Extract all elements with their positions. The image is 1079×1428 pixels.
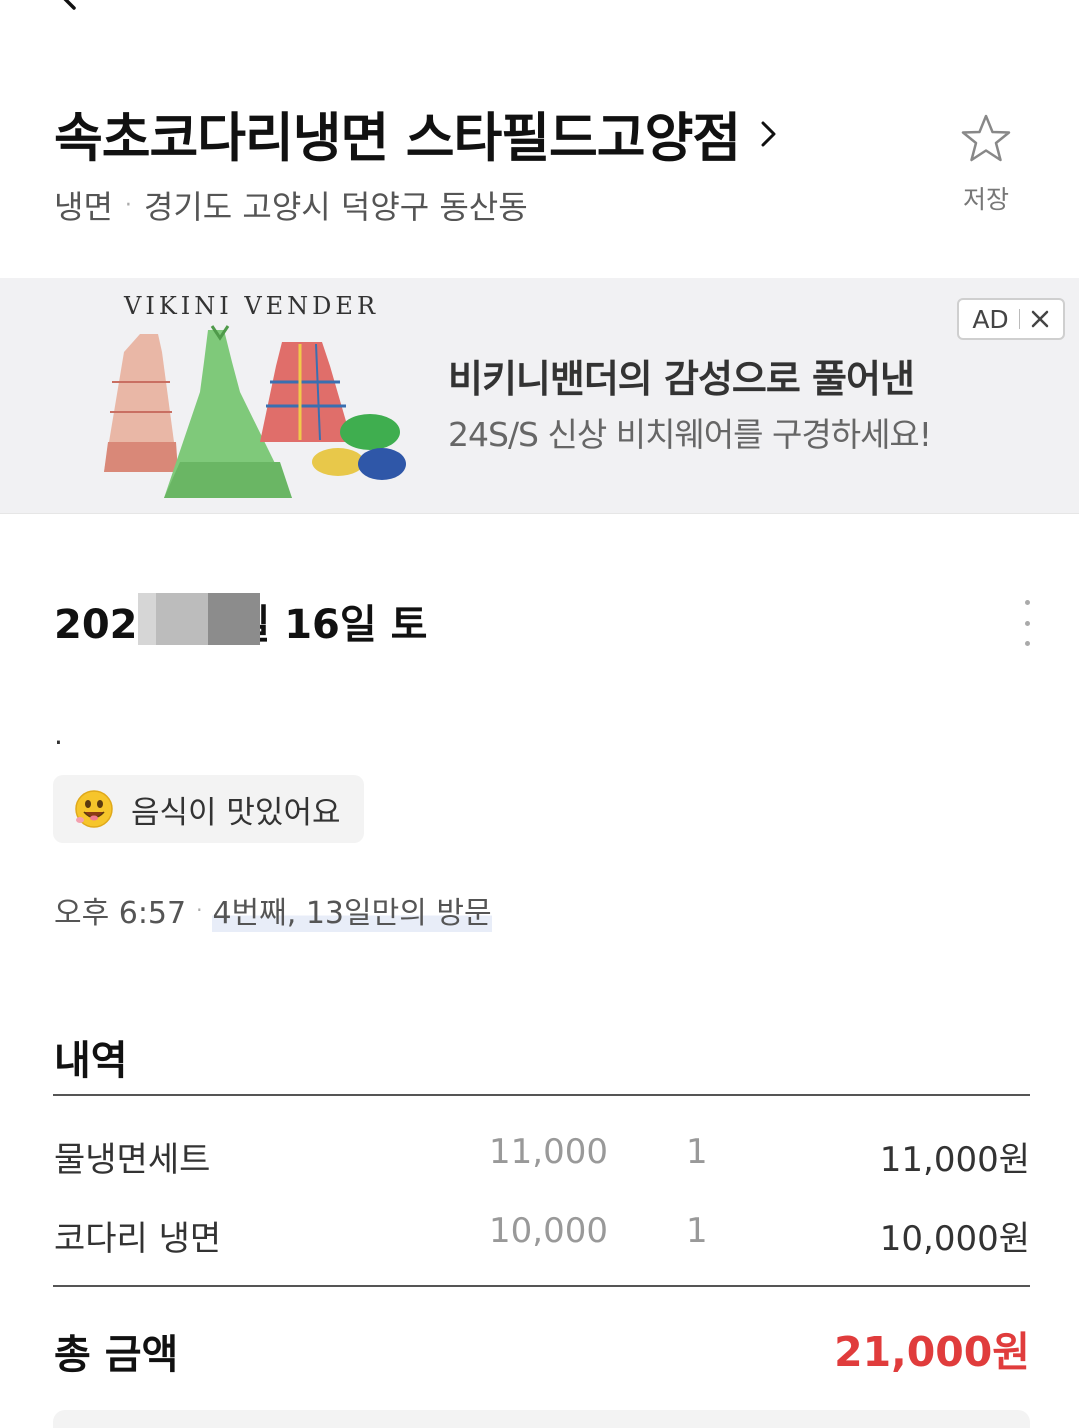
redacted-date-block xyxy=(138,593,260,645)
visit-date-suffix: 일 16일 토 xyxy=(233,602,428,648)
place-address: 경기도 고양시 덕양구 동산동 xyxy=(143,188,528,226)
item-name: 물냉면세트 xyxy=(54,1140,211,1180)
close-icon[interactable] xyxy=(1030,309,1050,329)
save-button[interactable]: 저장 xyxy=(950,112,1022,222)
more-vertical-icon[interactable] xyxy=(1014,600,1040,646)
item-amount: 11,000원 xyxy=(879,1140,1030,1180)
review-text: . xyxy=(54,718,63,751)
visit-date-prefix: 202 xyxy=(54,602,138,648)
ad-badge-divider xyxy=(1018,309,1020,329)
meta-separator: · xyxy=(124,192,132,218)
receipt-divider-bottom xyxy=(53,1285,1030,1287)
receipt-divider-top xyxy=(53,1094,1030,1096)
item-unit-price: 10,000 xyxy=(489,1211,608,1251)
total-value: 21,000원 xyxy=(834,1328,1030,1376)
chevron-right-icon xyxy=(761,121,776,147)
receipt-item: 물냉면세트 11,000 1 11,000원 xyxy=(54,1132,1030,1182)
receipt-total: 총 금액 21,000원 xyxy=(54,1318,1030,1378)
receipt-title: 내역 xyxy=(54,1038,128,1084)
visit-meta: 오후 6:57 · 4번째, 13일만의 방문 xyxy=(54,888,492,932)
item-name: 코다리 냉면 xyxy=(54,1219,222,1259)
place-meta: 냉면 · 경기도 고양시 덕양구 동산동 xyxy=(54,182,528,228)
visit-count: 4번째, 13일만의 방문 xyxy=(212,888,492,932)
ad-badge[interactable]: AD xyxy=(957,298,1065,340)
place-header: 속초코다리냉면 스타필드고양점 냉면 · 경기도 고양시 덕양구 동산동 저장 xyxy=(0,0,1079,278)
ad-brand: VIKINI VENDER xyxy=(124,292,380,320)
total-label: 총 금액 xyxy=(54,1332,179,1378)
save-label: 저장 xyxy=(962,185,1009,214)
ad-label: AD xyxy=(972,304,1009,334)
item-quantity: 1 xyxy=(686,1132,708,1172)
visit-time: 오후 6:57 xyxy=(54,896,187,931)
smiley-icon xyxy=(75,790,113,828)
receipt-item: 코다리 냉면 10,000 1 10,000원 xyxy=(54,1211,1030,1261)
ad-banner[interactable]: VIKINI VENDER 비키니밴더의 감성으로 풀어낸 24S/S 신상 비… xyxy=(0,278,1079,514)
place-title: 속초코다리냉면 스타필드고양점 xyxy=(54,108,741,169)
star-outline-icon xyxy=(961,114,1011,162)
bottom-card xyxy=(53,1410,1030,1428)
review-tag-label: 음식이 맛있어요 xyxy=(131,794,341,831)
item-quantity: 1 xyxy=(686,1211,708,1251)
item-amount: 10,000원 xyxy=(879,1219,1030,1259)
place-title-link[interactable]: 속초코다리냉면 스타필드고양점 xyxy=(54,96,780,172)
item-unit-price: 11,000 xyxy=(489,1132,608,1172)
place-category: 냉면 xyxy=(54,188,113,226)
review-tag: 음식이 맛있어요 xyxy=(53,775,364,843)
ad-subline: 24S/S 신상 비치웨어를 구경하세요! xyxy=(448,415,932,454)
visit-meta-separator: · xyxy=(196,898,203,922)
ad-headline: 비키니밴더의 감성으로 풀어낸 xyxy=(448,357,915,401)
ad-product-image xyxy=(104,325,406,498)
